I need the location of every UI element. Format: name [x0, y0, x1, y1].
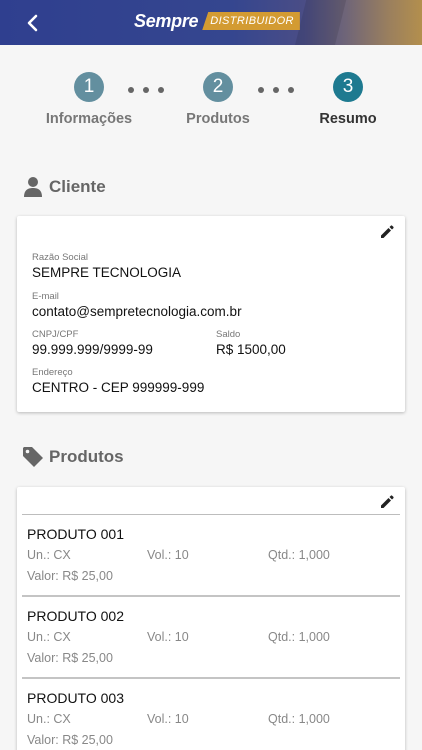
cnpj-field: CNPJ/CPF 99.999.999/9999-99	[32, 329, 153, 357]
step-label: Resumo	[319, 111, 377, 127]
produtos-section-title: Produtos	[22, 446, 124, 468]
step-number: 3	[333, 72, 363, 102]
field-label: Endereço	[32, 367, 73, 378]
product-volume: Vol.: 10	[147, 630, 189, 644]
produtos-card: PRODUTO 001 Un.: CX Vol.: 10 Qtd.: 1,000…	[17, 487, 405, 750]
back-button[interactable]	[18, 8, 48, 38]
step-number: 2	[203, 72, 233, 102]
pencil-icon	[381, 225, 394, 238]
product-name: PRODUTO 001	[27, 526, 124, 542]
product-unit: Un.: CX	[27, 712, 71, 726]
endereco-field: Endereço CENTRO - CEP 999999-999	[32, 367, 204, 395]
logo-word: Sempre	[134, 10, 199, 31]
product-name: PRODUTO 002	[27, 608, 124, 624]
step-label: Produtos	[186, 111, 250, 127]
field-value: CENTRO - CEP 999999-999	[32, 380, 205, 395]
product-quantity: Qtd.: 1,000	[268, 630, 330, 644]
product-quantity: Qtd.: 1,000	[268, 712, 330, 726]
step-informacoes[interactable]: 1 Informações	[29, 72, 149, 127]
edit-produtos-button[interactable]	[377, 492, 397, 512]
product-value: Valor: R$ 25,00	[27, 733, 113, 747]
field-label: Razão Social	[32, 252, 88, 263]
step-number: 1	[74, 72, 104, 102]
step-label: Informações	[45, 111, 133, 127]
header-decoration	[291, 0, 349, 45]
person-icon	[22, 176, 44, 198]
product-value: Valor: R$ 25,00	[27, 569, 113, 583]
email-field: E-mail contato@sempretecnologia.com.br	[32, 291, 242, 319]
product-name: PRODUTO 003	[27, 690, 124, 706]
section-title-text: Produtos	[49, 447, 124, 466]
product-item[interactable]: PRODUTO 003 Un.: CX Vol.: 10 Qtd.: 1,000…	[22, 679, 400, 750]
product-volume: Vol.: 10	[147, 712, 189, 726]
field-value: contato@sempretecnologia.com.br	[32, 304, 242, 319]
product-item[interactable]: PRODUTO 001 Un.: CX Vol.: 10 Qtd.: 1,000…	[22, 515, 400, 597]
razao-social-field: Razão Social SEMPRE TECNOLOGIA	[32, 252, 181, 280]
app-logo: Sempre DISTRIBUIDOR	[134, 9, 300, 33]
product-volume: Vol.: 10	[147, 548, 189, 562]
field-label: Saldo	[216, 329, 241, 340]
step-resumo[interactable]: 3 Resumo	[288, 72, 408, 127]
field-value: SEMPRE TECNOLOGIA	[32, 265, 182, 280]
product-unit: Un.: CX	[27, 630, 71, 644]
app-header: Sempre DISTRIBUIDOR	[0, 0, 422, 45]
field-value: 99.999.999/9999-99	[32, 342, 153, 357]
tag-icon	[22, 446, 44, 468]
cliente-card: Razão Social SEMPRE TECNOLOGIA E-mail co…	[17, 216, 405, 412]
checkout-stepper: 1 Informações 2 Produtos 3 Resumo	[0, 45, 422, 145]
field-label: E-mail	[32, 291, 59, 302]
logo-tag: DISTRIBUIDOR	[202, 12, 300, 30]
cliente-section-title: Cliente	[22, 176, 106, 198]
product-value: Valor: R$ 25,00	[27, 651, 113, 665]
section-title-text: Cliente	[49, 177, 106, 196]
pencil-icon	[381, 495, 394, 508]
edit-cliente-button[interactable]	[377, 222, 397, 242]
field-value: R$ 1500,00	[216, 342, 286, 357]
chevron-left-icon	[27, 14, 38, 32]
product-item[interactable]: PRODUTO 002 Un.: CX Vol.: 10 Qtd.: 1,000…	[22, 597, 400, 679]
product-unit: Un.: CX	[27, 548, 71, 562]
step-produtos[interactable]: 2 Produtos	[158, 72, 278, 127]
field-label: CNPJ/CPF	[32, 329, 79, 340]
saldo-field: Saldo R$ 1500,00	[216, 329, 286, 357]
product-quantity: Qtd.: 1,000	[268, 548, 330, 562]
